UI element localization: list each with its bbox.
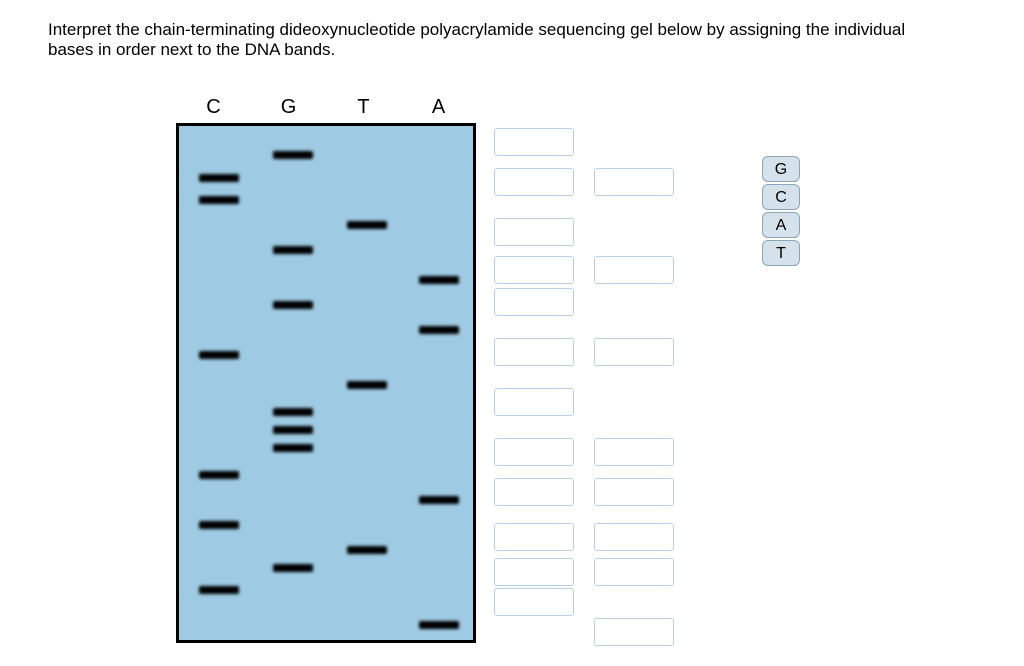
chip-a[interactable]: A	[762, 212, 800, 238]
gel-band	[199, 351, 239, 359]
answer-slot[interactable]	[494, 388, 574, 416]
answer-slot[interactable]	[594, 618, 674, 646]
gel-band	[347, 546, 387, 554]
gel-wrapper: C G T A	[176, 96, 476, 643]
gel-band	[273, 246, 313, 254]
answer-slot[interactable]	[594, 168, 674, 196]
answer-slot[interactable]	[494, 338, 574, 366]
answer-slot[interactable]	[494, 558, 574, 586]
answer-slot[interactable]	[494, 256, 574, 284]
gel-band	[273, 408, 313, 416]
gel-band	[199, 521, 239, 529]
gel-band	[199, 174, 239, 182]
chip-t[interactable]: T	[762, 240, 800, 266]
lane-label-c: C	[176, 96, 251, 119]
gel-band	[419, 276, 459, 284]
base-palette: G C A T	[762, 156, 800, 266]
gel-band	[199, 471, 239, 479]
answer-slot[interactable]	[494, 168, 574, 196]
gel-band	[347, 381, 387, 389]
answer-slot[interactable]	[594, 438, 674, 466]
answer-slot[interactable]	[494, 128, 574, 156]
instruction-text: Interpret the chain-terminating dideoxyn…	[48, 20, 948, 59]
answer-slot[interactable]	[494, 588, 574, 616]
answer-slot[interactable]	[494, 438, 574, 466]
answer-slot[interactable]	[594, 558, 674, 586]
answer-slot[interactable]	[494, 218, 574, 246]
lane-labels-row: C G T A	[176, 96, 476, 119]
answer-slot[interactable]	[494, 288, 574, 316]
answer-slot[interactable]	[594, 338, 674, 366]
gel-band	[273, 301, 313, 309]
gel-band	[419, 621, 459, 629]
answer-slot[interactable]	[594, 478, 674, 506]
gel-band	[273, 564, 313, 572]
gel-band	[273, 426, 313, 434]
answer-slot[interactable]	[594, 523, 674, 551]
chip-g[interactable]: G	[762, 156, 800, 182]
gel-band	[347, 221, 387, 229]
gel-band	[419, 326, 459, 334]
chip-c[interactable]: C	[762, 184, 800, 210]
lane-label-t: T	[326, 96, 401, 119]
lane-label-g: G	[251, 96, 326, 119]
lane-label-a: A	[401, 96, 476, 119]
answer-slot[interactable]	[494, 523, 574, 551]
gel-band	[199, 196, 239, 204]
gel-band	[419, 496, 459, 504]
answer-slot[interactable]	[494, 478, 574, 506]
gel-box	[176, 123, 476, 643]
gel-band	[199, 586, 239, 594]
gel-band	[273, 444, 313, 452]
answer-slot[interactable]	[594, 256, 674, 284]
gel-band	[273, 151, 313, 159]
